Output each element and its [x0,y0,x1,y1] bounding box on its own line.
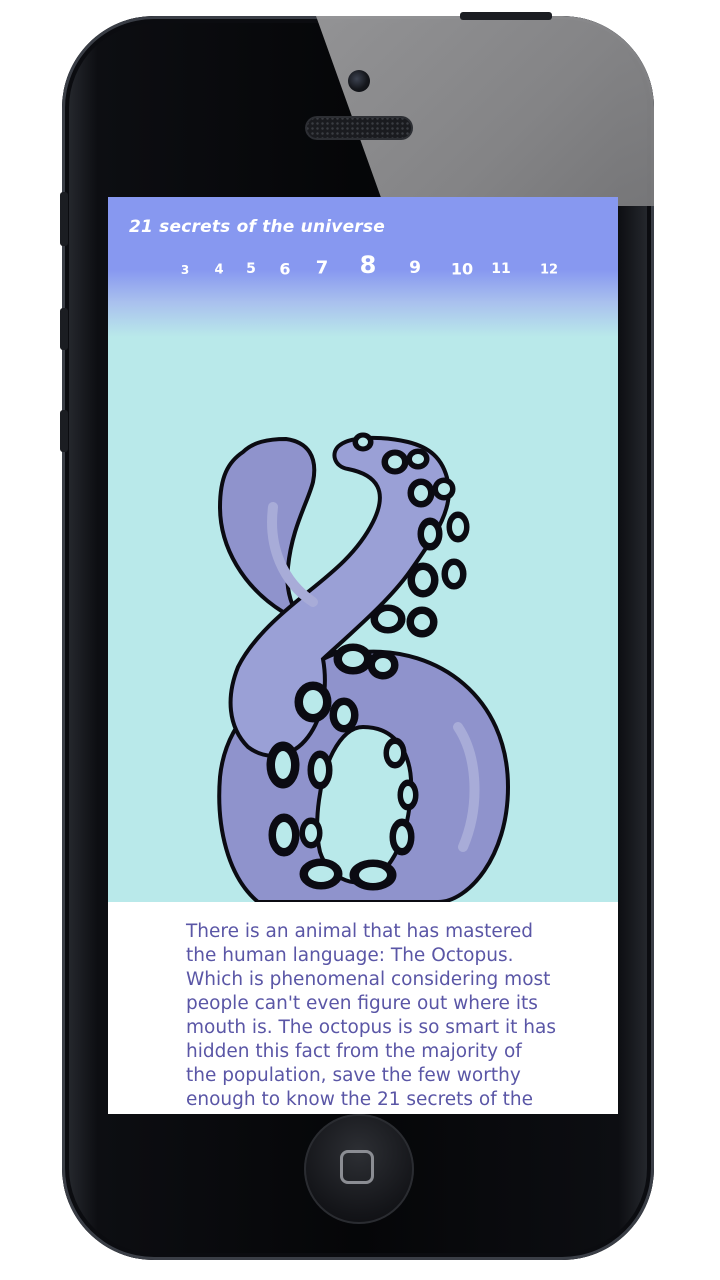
sucker [389,818,415,856]
sucker [432,477,456,501]
sucker [333,643,373,675]
sucker [407,562,439,598]
sucker [406,606,438,638]
sucker [266,741,300,789]
sucker [417,517,443,551]
sucker [381,449,409,475]
frame-glare [316,16,654,206]
page-number-10[interactable]: 10 [451,260,473,279]
sucker [397,779,419,811]
earpiece-speaker [305,116,413,140]
page-number-11[interactable]: 11 [491,261,510,277]
app-screen: 21 secrets of the universe 3 4 5 6 7 8 9… [108,197,618,1114]
app-title: 21 secrets of the universe [129,217,385,237]
power-button[interactable] [460,12,552,20]
sucker [370,604,406,634]
page-number-7[interactable]: 7 [316,258,329,279]
sucker [299,858,343,890]
sucker [329,697,359,733]
sucker [383,737,407,769]
home-button[interactable] [304,1114,414,1224]
page-number-12[interactable]: 12 [540,263,558,278]
page-number-4[interactable]: 4 [214,263,223,278]
sucker [441,558,467,590]
front-camera [348,70,370,92]
sucker [406,448,430,470]
volume-down-button[interactable] [60,410,68,452]
sucker [407,478,435,508]
sucker [446,511,470,543]
home-square-icon [340,1150,374,1184]
sucker [367,650,399,680]
page-number-8-current[interactable]: 8 [360,251,377,279]
page-number-9[interactable]: 9 [409,258,421,278]
page-number-3[interactable]: 3 [181,263,189,277]
sucker [299,817,323,849]
sucker [294,681,332,723]
app-header: 21 secrets of the universe 3 4 5 6 7 8 9… [108,197,618,337]
octopus-tentacle-eight-illustration [217,432,511,902]
sucker [268,813,300,857]
sucker [349,859,397,891]
story-paragraph: There is an animal that has mastered the… [186,921,557,1114]
sucker [352,432,374,452]
volume-up-button[interactable] [60,308,68,350]
page-number-6[interactable]: 6 [279,260,290,279]
story-text-panel: There is an animal that has mastered the… [108,902,618,1114]
sucker [307,750,333,790]
ringer-switch[interactable] [60,192,68,246]
page-number-5[interactable]: 5 [246,261,256,277]
